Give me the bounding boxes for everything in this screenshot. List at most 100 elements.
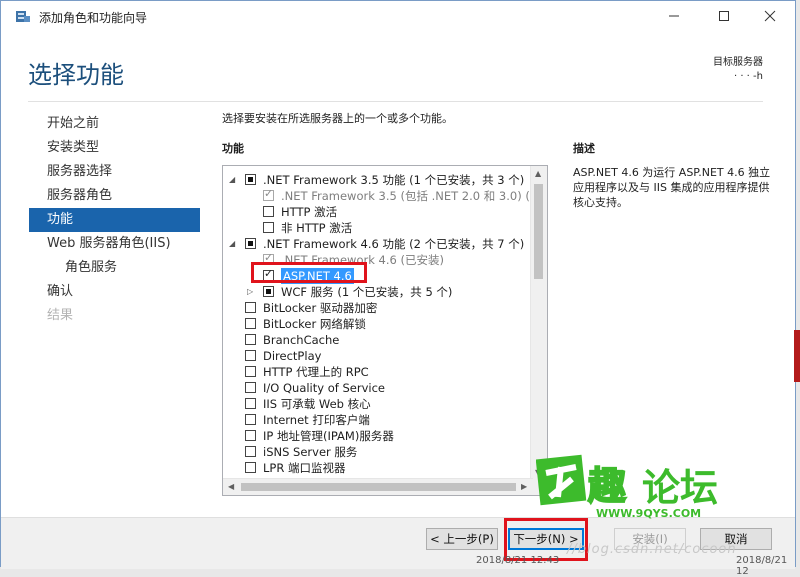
nav-item-before-you-begin[interactable]: 开始之前	[29, 112, 200, 136]
feature-label: HTTP 激活	[281, 205, 338, 219]
features-tree[interactable]: ◢ .NET Framework 3.5 功能 (1 个已安装，共 3 个) ✓ .N…	[222, 165, 548, 496]
close-icon	[764, 10, 776, 22]
feature-checkbox[interactable]	[245, 174, 256, 185]
feature-checkbox[interactable]	[245, 462, 256, 473]
feature-label: Internet 打印客户端	[263, 413, 370, 427]
minimize-icon	[669, 15, 679, 17]
description-text: ASP.NET 4.6 为运行 ASP.NET 4.6 独立应用程序以及与 II…	[573, 166, 771, 209]
feature-label: I/O Quality of Service	[263, 381, 385, 395]
nav-item-web-server-role[interactable]: Web 服务器角色(IIS)	[29, 232, 200, 256]
features-header: 功能	[222, 142, 244, 155]
feature-checkbox[interactable]	[245, 238, 256, 249]
nav-item-installation-type[interactable]: 安装类型	[29, 136, 200, 160]
wizard-nav: 开始之前 安装类型 服务器选择 服务器角色 功能 Web 服务器角色(IIS) …	[29, 112, 200, 328]
feature-label: iSNS Server 服务	[263, 445, 358, 459]
feature-tree-row[interactable]: LPR 端口监视器	[223, 460, 531, 476]
header-divider	[28, 101, 763, 102]
feature-label: DirectPlay	[263, 349, 322, 363]
feature-checkbox[interactable]	[245, 366, 256, 377]
target-server: 目标服务器 · · · -h	[713, 56, 763, 84]
feature-tree-row[interactable]: BitLocker 网络解锁	[223, 316, 531, 332]
nav-item-server-roles[interactable]: 服务器角色	[29, 184, 200, 208]
date-fragment-left: 2018/8/21 12:43	[476, 555, 560, 566]
scroll-left-icon[interactable]: ◀	[228, 482, 234, 491]
feature-checkbox[interactable]	[245, 398, 256, 409]
vertical-scroll-thumb[interactable]	[534, 184, 543, 279]
date-fragment-right: 2018/8/21 12	[736, 555, 788, 577]
feature-label: BitLocker 网络解锁	[263, 317, 366, 331]
feature-tree-row[interactable]: ✓ .NET Framework 3.5 (包括 .NET 2.0 和 3.0) …	[223, 187, 541, 204]
feature-tree-row[interactable]: IP 地址管理(IPAM)服务器	[223, 428, 531, 444]
feature-label: BranchCache	[263, 333, 340, 347]
window-title: 添加角色和功能向导	[39, 11, 148, 25]
partial-check-icon	[266, 289, 271, 294]
feature-label: HTTP 代理上的 RPC	[263, 365, 369, 379]
horizontal-scrollbar[interactable]: ◀ ▶	[223, 478, 533, 495]
horizontal-scroll-thumb[interactable]	[241, 483, 516, 491]
feature-checkbox[interactable]	[245, 318, 256, 329]
feature-tree-row[interactable]: ◢ .NET Framework 3.5 功能 (1 个已安装，共 3 个)	[223, 172, 531, 188]
feature-checkbox[interactable]	[245, 430, 256, 441]
nav-item-features[interactable]: 功能	[29, 208, 200, 232]
feature-label: .NET Framework 3.5 (包括 .NET 2.0 和 3.0) (…	[281, 189, 542, 203]
title-bar: 添加角色和功能向导	[1, 1, 795, 31]
feature-tree-row[interactable]: HTTP 代理上的 RPC	[223, 364, 531, 380]
collapse-icon[interactable]: ◢	[229, 175, 239, 185]
partial-check-icon	[248, 177, 253, 182]
feature-checkbox[interactable]	[245, 350, 256, 361]
previous-button[interactable]: < 上一步(P)	[426, 528, 498, 550]
feature-label: IIS 可承载 Web 核心	[263, 397, 371, 411]
watermark-logo: 趣 论坛 WWW.9QYS.COM	[535, 453, 736, 525]
feature-tree-row[interactable]: IIS 可承载 Web 核心	[223, 396, 531, 412]
intro-text: 选择要安装在所选服务器上的一个或多个功能。	[222, 112, 453, 125]
feature-checkbox[interactable]	[245, 334, 256, 345]
nav-item-server-selection[interactable]: 服务器选择	[29, 160, 200, 184]
nav-item-confirmation[interactable]: 确认	[29, 280, 200, 304]
feature-checkbox[interactable]	[245, 382, 256, 393]
target-server-label: 目标服务器	[713, 57, 763, 68]
feature-label: IP 地址管理(IPAM)服务器	[263, 429, 394, 443]
feature-tree-row[interactable]: DirectPlay	[223, 348, 531, 364]
feature-checkbox[interactable]	[245, 446, 256, 457]
feature-checkbox[interactable]	[263, 206, 274, 217]
watermark-url: WWW.9QYS.COM	[596, 507, 702, 520]
feature-checkbox: ✓	[263, 187, 274, 201]
feature-label: LPR 端口监视器	[263, 461, 346, 475]
feature-checkbox[interactable]	[245, 414, 256, 425]
feature-tree-row[interactable]: iSNS Server 服务	[223, 444, 531, 460]
feature-label: .NET Framework 4.6 功能 (2 个已安装，共 7 个)	[263, 237, 525, 251]
feature-label: .NET Framework 3.5 功能 (1 个已安装，共 3 个)	[263, 173, 525, 187]
feature-tree-row[interactable]: ▷ WCF 服务 (1 个已安装，共 5 个)	[223, 284, 531, 300]
watermark-blog-url: //blog.csdn.net/cocoon	[567, 542, 737, 557]
feature-tree-row[interactable]: ◢ .NET Framework 4.6 功能 (2 个已安装，共 7 个)	[223, 236, 531, 252]
feature-checkbox[interactable]	[263, 222, 274, 233]
server-manager-icon	[16, 11, 30, 22]
highlight-box-aspnet	[251, 262, 367, 283]
feature-label: BitLocker 驱动器加密	[263, 301, 378, 315]
feature-label: 非 HTTP 激活	[281, 221, 353, 235]
watermark-brand: 论坛	[642, 466, 719, 510]
feature-tree-row[interactable]: 非 HTTP 激活	[223, 220, 531, 236]
description-header: 描述	[573, 142, 595, 155]
scroll-up-icon[interactable]: ▲	[535, 169, 541, 178]
feature-tree-row[interactable]: BitLocker 驱动器加密	[223, 300, 531, 316]
feature-tree-row[interactable]: BranchCache	[223, 332, 531, 348]
nav-item-results: 结果	[47, 308, 74, 323]
feature-checkbox[interactable]	[263, 286, 274, 297]
expand-icon[interactable]: ▷	[247, 287, 257, 297]
page-title: 选择功能	[28, 61, 124, 89]
feature-tree-row[interactable]: Internet 打印客户端	[223, 412, 531, 428]
background-edge	[794, 330, 800, 382]
maximize-button[interactable]	[701, 1, 747, 31]
collapse-icon[interactable]: ◢	[229, 239, 239, 249]
feature-tree-row[interactable]: HTTP 激活	[223, 204, 531, 220]
vertical-scrollbar[interactable]: ▲ ▼	[530, 166, 547, 480]
scroll-right-icon[interactable]: ▶	[521, 482, 527, 491]
feature-tree-row[interactable]: I/O Quality of Service	[223, 380, 531, 396]
watermark-logo-char: 趣	[587, 463, 627, 509]
close-button[interactable]	[747, 1, 793, 31]
minimize-button[interactable]	[651, 1, 697, 31]
nav-item-role-services[interactable]: 角色服务	[29, 256, 200, 280]
target-server-value: · · · -h	[733, 71, 763, 82]
feature-checkbox[interactable]	[245, 302, 256, 313]
